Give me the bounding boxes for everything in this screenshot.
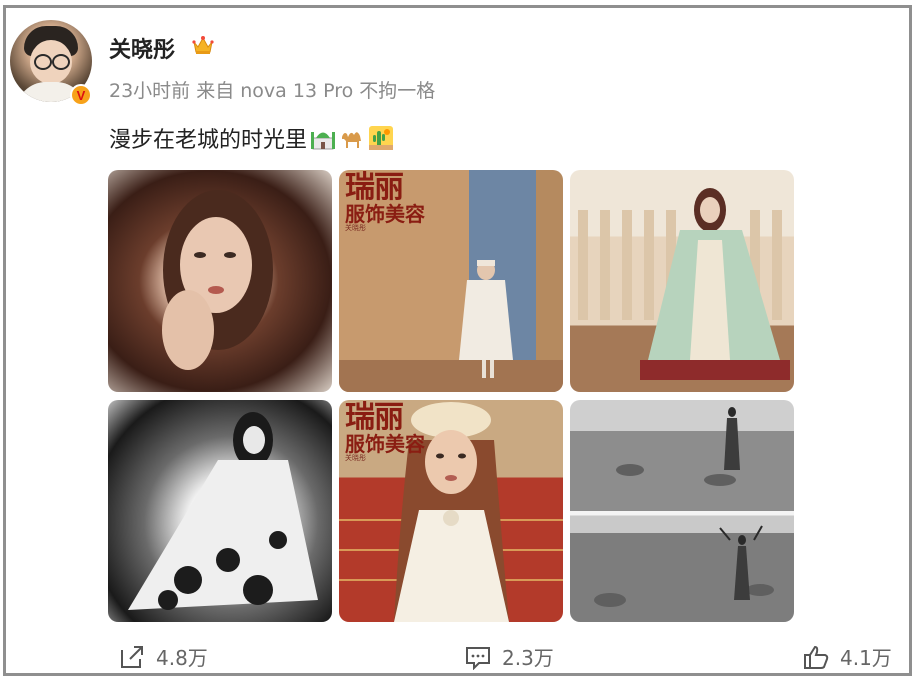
magazine-title-2: 瑞丽: [345, 400, 404, 435]
like-button[interactable]: 4.1万: [802, 642, 892, 671]
avatar-glasses-left: [34, 54, 52, 70]
photo-grid: 瑞丽 服饰美容 关晓彤 瑞丽 服饰美容 关晓彤: [108, 170, 794, 624]
comment-count: 2.3万: [502, 646, 554, 670]
post-text-line: 漫步在老城的时光里: [109, 122, 394, 154]
share-count: 4.8万: [156, 646, 208, 670]
portrait-figure: [162, 190, 273, 370]
magazine-title: 瑞丽: [345, 170, 404, 205]
post-meta: 23小时前 来自 nova 13 Pro 不拘一格: [109, 80, 436, 102]
photo-4[interactable]: [108, 400, 332, 622]
magazine-subtitle: 服饰美容: [345, 201, 425, 226]
thumbs-up-icon: [804, 645, 829, 669]
comment-button[interactable]: 2.3万: [464, 642, 554, 671]
desert-cactus-icon: [369, 126, 394, 150]
username[interactable]: 关晓彤: [109, 32, 175, 64]
weibo-post-card: V 关晓彤 23小时前 来自 nova 13 Pro 不拘一格 漫步在老城的时光…: [3, 5, 912, 676]
photo-5[interactable]: 瑞丽 服饰美容 关晓彤: [339, 400, 563, 622]
magazine-masthead-2: 瑞丽 服饰美容 关晓彤: [345, 402, 425, 462]
comment-icon: [466, 646, 490, 670]
share-button[interactable]: 4.8万: [118, 642, 208, 671]
crown-icon: [192, 36, 214, 54]
camel-icon: [342, 132, 362, 148]
verified-badge-icon: V: [70, 84, 92, 106]
mosque-icon: [311, 132, 336, 150]
avatar-glasses-right: [52, 54, 70, 70]
photo-1[interactable]: [108, 170, 332, 392]
share-icon: [121, 645, 143, 668]
photo-2[interactable]: 瑞丽 服饰美容 关晓彤: [339, 170, 563, 392]
post-actions: 4.8万 2.3万 4.1万: [6, 638, 915, 678]
magazine-cover-name-2: 关晓彤: [345, 453, 366, 462]
balcony-figure: [578, 188, 790, 380]
photo-3[interactable]: [570, 170, 794, 392]
like-count: 4.1万: [840, 646, 892, 670]
magazine-masthead: 瑞丽 服饰美容 关晓彤: [345, 172, 425, 232]
magazine-subtitle-2: 服饰美容: [345, 431, 425, 456]
desert-dunes-figure: [594, 407, 774, 607]
magazine-cover-name: 关晓彤: [345, 223, 366, 232]
post-text: 漫步在老城的时光里: [109, 128, 308, 153]
photo-6[interactable]: [570, 400, 794, 622]
desert-bw-figure: [128, 412, 318, 610]
